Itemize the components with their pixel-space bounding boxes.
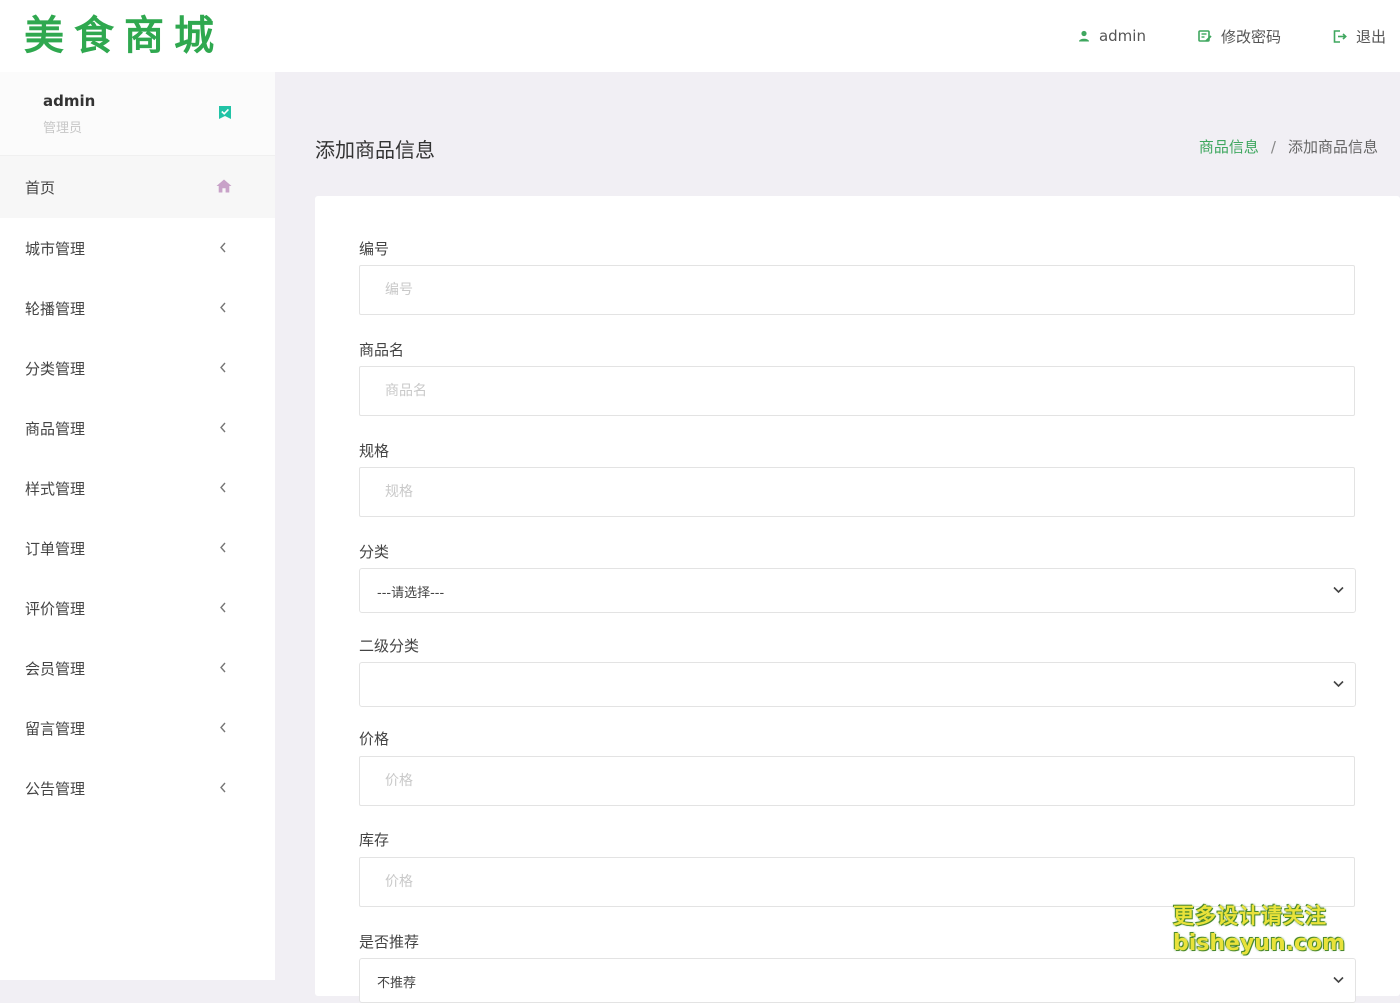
sidebar-item-1[interactable]: 轮播管理 <box>0 278 275 338</box>
sidebar-item-6[interactable]: 评价管理 <box>0 578 275 638</box>
sidebar-item-2[interactable]: 分类管理 <box>0 338 275 398</box>
sidebar-item-label: 评价管理 <box>25 599 86 618</box>
name-label: 商品名 <box>359 341 405 359</box>
chevron-left-icon <box>220 782 226 793</box>
change-password-label: 修改密码 <box>1220 27 1281 46</box>
chevron-left-icon <box>220 662 226 673</box>
sidebar-user-panel: admin 管理员 <box>0 72 275 156</box>
sidebar-item-9[interactable]: 公告管理 <box>0 758 275 818</box>
sidebar-item-8[interactable]: 留言管理 <box>0 698 275 758</box>
chevron-left-icon <box>220 722 226 733</box>
chevron-left-icon <box>220 482 226 493</box>
category-select[interactable]: ---请选择--- <box>359 568 1356 613</box>
sidebar-item-label: 城市管理 <box>25 239 86 258</box>
chevron-down-icon <box>1333 680 1344 688</box>
main-content: 添加商品信息 商品信息 / 添加商品信息 编号 商品名 规格 分类 ---请选择… <box>275 72 1400 1003</box>
recommend-label: 是否推荐 <box>359 933 420 951</box>
sidebar-item-label: 样式管理 <box>25 479 86 498</box>
sidebar-item-label: 商品管理 <box>25 419 86 438</box>
price-label: 价格 <box>359 730 390 748</box>
sidebar-item-label: 订单管理 <box>25 539 86 558</box>
sidebar-item-home[interactable]: 首页 <box>0 156 275 218</box>
chevron-left-icon <box>220 302 226 313</box>
sidebar-menu: 城市管理轮播管理分类管理商品管理样式管理订单管理评价管理会员管理留言管理公告管理 <box>0 218 275 818</box>
sidebar-item-0[interactable]: 城市管理 <box>0 218 275 278</box>
sidebar-user-role: 管理员 <box>43 121 83 136</box>
breadcrumb-current: 添加商品信息 <box>1287 138 1378 156</box>
code-input[interactable] <box>359 265 1355 315</box>
chevron-left-icon <box>220 602 226 613</box>
edit-note-icon <box>1198 29 1212 42</box>
subcategory-label: 二级分类 <box>359 637 420 655</box>
spec-input[interactable] <box>359 467 1355 517</box>
recommend-select[interactable]: 不推荐 <box>359 958 1356 1003</box>
user-icon <box>1078 30 1089 42</box>
breadcrumb-separator: / <box>1270 137 1276 156</box>
sidebar-item-label: 轮播管理 <box>25 299 86 318</box>
chevron-down-icon <box>1333 586 1344 594</box>
app-logo[interactable]: 美食商城 <box>24 8 224 64</box>
chevron-left-icon <box>220 242 226 253</box>
stock-input[interactable] <box>359 857 1355 907</box>
breadcrumb: 商品信息 / 添加商品信息 <box>1199 136 1378 157</box>
top-user-link[interactable]: admin <box>1078 27 1146 45</box>
chevron-left-icon <box>220 422 226 433</box>
sidebar-item-label: 分类管理 <box>25 359 86 378</box>
page-title: 添加商品信息 <box>315 138 435 162</box>
category-label: 分类 <box>359 543 390 561</box>
sidebar-item-5[interactable]: 订单管理 <box>0 518 275 578</box>
category-selected-value: ---请选择--- <box>377 586 445 601</box>
price-input[interactable] <box>359 756 1355 806</box>
watermark-line1: 更多设计请关注 <box>1173 904 1327 928</box>
watermark: 更多设计请关注 bisheyun.com <box>1173 902 1345 958</box>
logout-label: 退出 <box>1355 27 1386 46</box>
chevron-left-icon <box>220 542 226 553</box>
top-nav: admin 修改密码 退出 <box>1026 0 1386 72</box>
change-password-link[interactable]: 修改密码 <box>1198 26 1281 47</box>
sidebar-item-label: 公告管理 <box>25 779 86 798</box>
sidebar: admin 管理员 首页 城市管理轮播管理分类管理商品管理样式管理订单管理评价管… <box>0 72 275 980</box>
sidebar-user-name: admin <box>43 92 96 110</box>
sidebar-item-label: 留言管理 <box>25 719 86 738</box>
sidebar-item-label: 首页 <box>25 178 56 197</box>
chevron-down-icon <box>1333 976 1344 984</box>
watermark-line2: bisheyun.com <box>1173 931 1346 956</box>
home-icon <box>216 179 232 193</box>
sidebar-item-label: 会员管理 <box>25 659 86 678</box>
top-bar: 美食商城 admin 修改密码 退出 <box>0 0 1400 72</box>
stock-label: 库存 <box>359 831 390 849</box>
product-name-input[interactable] <box>359 366 1355 416</box>
code-label: 编号 <box>359 240 390 258</box>
sidebar-item-4[interactable]: 样式管理 <box>0 458 275 518</box>
form-card: 编号 商品名 规格 分类 ---请选择--- 二级分类 价格 库存 是否推荐 不… <box>315 196 1400 1003</box>
chevron-left-icon <box>220 362 226 373</box>
logout-link[interactable]: 退出 <box>1333 26 1386 47</box>
spec-label: 规格 <box>359 442 390 460</box>
recommend-selected-value: 不推荐 <box>377 976 417 991</box>
check-badge-icon <box>219 106 231 119</box>
sidebar-item-3[interactable]: 商品管理 <box>0 398 275 458</box>
sidebar-item-7[interactable]: 会员管理 <box>0 638 275 698</box>
breadcrumb-parent-link[interactable]: 商品信息 <box>1199 136 1259 157</box>
top-user-label: admin <box>1098 27 1146 45</box>
logout-icon <box>1333 29 1347 43</box>
subcategory-select[interactable] <box>359 662 1356 707</box>
